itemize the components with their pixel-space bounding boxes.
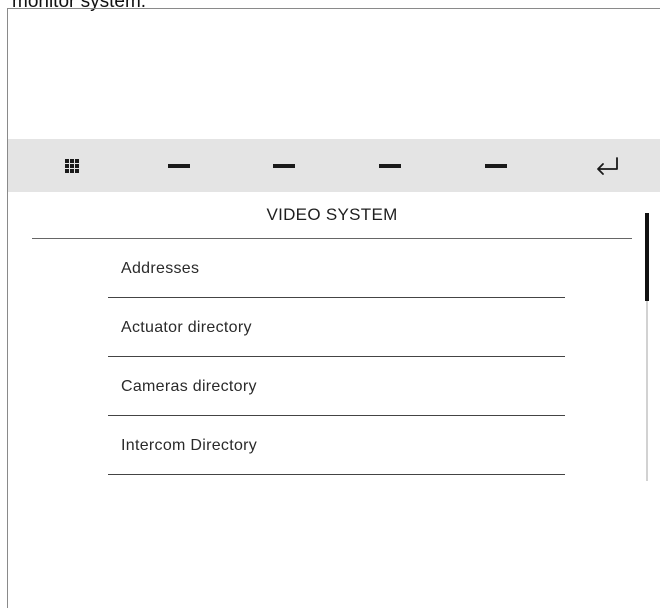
toolbar-slot-3-button[interactable]	[365, 139, 415, 192]
dash-icon	[273, 163, 295, 168]
list-item-addresses[interactable]: Addresses	[108, 239, 565, 298]
grid-menu-button[interactable]	[47, 139, 97, 192]
list-item-actuator-directory[interactable]: Actuator directory	[108, 298, 565, 357]
back-button[interactable]	[582, 139, 632, 192]
dash-icon	[485, 163, 507, 168]
dash-icon	[168, 163, 190, 168]
toolbar-slot-4-button[interactable]	[471, 139, 521, 192]
toolbar-slot-1-button[interactable]	[154, 139, 204, 192]
toolbar-slot-2-button[interactable]	[259, 139, 309, 192]
grid-icon	[65, 158, 79, 173]
toolbar	[8, 139, 660, 192]
dash-icon	[379, 163, 401, 168]
panel-title: VIDEO SYSTEM	[32, 198, 632, 239]
scrollbar-thumb[interactable]	[645, 213, 649, 301]
directory-list: Addresses Actuator directory Cameras dir…	[108, 239, 565, 475]
list-item-intercom-directory[interactable]: Intercom Directory	[108, 416, 565, 475]
return-arrow-icon	[597, 156, 618, 175]
list-item-cameras-directory[interactable]: Cameras directory	[108, 357, 565, 416]
